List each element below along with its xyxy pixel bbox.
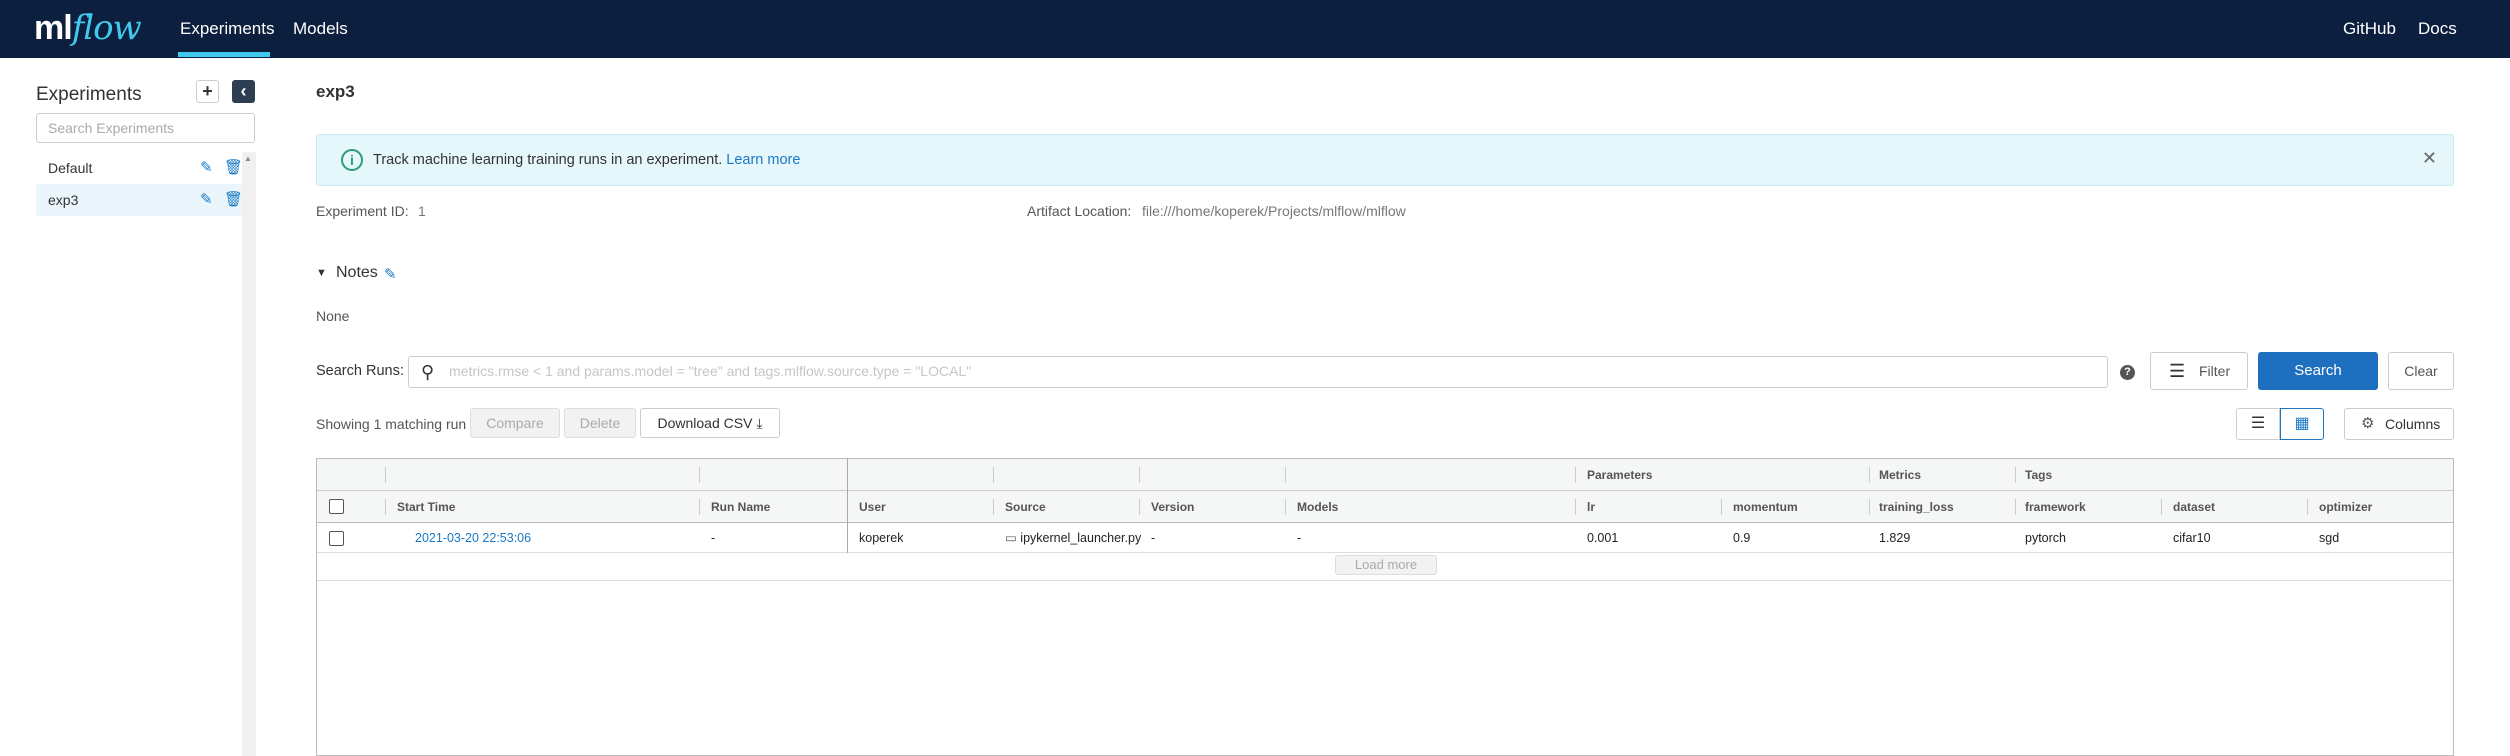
header-optimizer[interactable]: optimizer — [2319, 491, 2372, 523]
header-framework[interactable]: framework — [2025, 491, 2086, 523]
cell-user: koperek — [859, 531, 904, 545]
table-row[interactable]: 2021-03-20 22:53:06 - koperek ▭ ipykerne… — [317, 523, 2453, 553]
scroll-up-icon[interactable]: ▲ — [244, 154, 252, 163]
search-runs-label: Search Runs: — [316, 363, 404, 379]
gear-icon: ⚙ — [2361, 415, 2375, 432]
delete-button[interactable]: Delete — [564, 408, 636, 438]
learn-more-link[interactable]: Learn more — [726, 152, 800, 168]
column-group-row: Parameters Metrics Tags — [317, 459, 2453, 491]
banner-text: Track machine learning training runs in … — [373, 152, 801, 168]
cell-optimizer: sgd — [2319, 531, 2340, 545]
notes-heading[interactable]: Notes — [336, 264, 378, 282]
close-icon[interactable]: ✕ — [2422, 148, 2437, 169]
cell-framework: pytorch — [2025, 531, 2066, 545]
columns-button[interactable]: ⚙ Columns — [2344, 408, 2454, 440]
nav-experiments[interactable]: Experiments — [180, 19, 274, 39]
group-tags: Tags — [2025, 468, 2053, 482]
row-checkbox[interactable] — [329, 531, 344, 546]
sidebar-item-label: exp3 — [48, 192, 79, 208]
load-more-button[interactable]: Load more — [1335, 555, 1437, 575]
cell-models: - — [1297, 531, 1302, 545]
experiment-id-label: Experiment ID: — [316, 203, 409, 219]
plus-icon[interactable]: + — [196, 80, 219, 103]
notes-body: None — [316, 308, 350, 324]
trash-icon[interactable]: 🗑 — [224, 184, 243, 216]
trash-icon[interactable]: 🗑 — [224, 152, 243, 184]
experiments-sidebar: Experiments + ‹ Default ✎ 🗑 exp3 ✎ 🗑 ▲ — [0, 58, 256, 756]
help-icon[interactable]: ? — [2120, 365, 2135, 380]
search-runs-box[interactable]: ⚲ — [408, 356, 2108, 388]
table-divider — [317, 580, 2453, 581]
experiment-id-value: 1 — [418, 203, 426, 219]
runs-table: Parameters Metrics Tags Start Time Run N… — [316, 458, 2454, 756]
edit-icon[interactable]: ✎ — [200, 184, 213, 216]
mlflow-logo[interactable]: mlflow — [34, 8, 142, 48]
download-icon: ⤓ — [756, 415, 763, 431]
run-start-time-link[interactable]: 2021-03-20 22:53:06 — [415, 523, 531, 552]
nav-models[interactable]: Models — [293, 19, 348, 39]
info-banner: i Track machine learning training runs i… — [316, 134, 2454, 186]
compare-button[interactable]: Compare — [470, 408, 560, 438]
search-experiments-input[interactable] — [36, 113, 255, 143]
header-start-time[interactable]: Start Time — [397, 491, 455, 523]
info-icon: i — [341, 149, 363, 171]
column-header-row: Start Time Run Name User Source Version … — [317, 491, 2453, 523]
nav-github[interactable]: GitHub — [2343, 19, 2396, 39]
search-icon: ⚲ — [421, 362, 435, 382]
clear-button[interactable]: Clear — [2388, 352, 2454, 390]
artifact-location-label: Artifact Location: — [1027, 203, 1132, 219]
top-navbar: mlflow Experiments Models GitHub Docs — [0, 0, 2510, 58]
cell-lr: 0.001 — [1587, 531, 1619, 545]
list-view-icon[interactable]: ☰ — [2236, 408, 2280, 440]
header-models[interactable]: Models — [1297, 491, 1338, 523]
nav-docs[interactable]: Docs — [2418, 19, 2457, 39]
artifact-location-value: file:///home/koperek/Projects/mlflow/mlf… — [1142, 203, 1406, 219]
header-lr[interactable]: lr — [1587, 491, 1595, 523]
experiment-list: Default ✎ 🗑 exp3 ✎ 🗑 — [36, 152, 243, 216]
header-momentum[interactable]: momentum — [1733, 491, 1798, 523]
page-title: exp3 — [316, 82, 355, 101]
sidebar-item-exp3[interactable]: exp3 ✎ 🗑 — [36, 184, 243, 216]
search-runs-input[interactable] — [449, 363, 2089, 379]
edit-notes-icon[interactable]: ✎ — [384, 265, 397, 283]
header-run-name[interactable]: Run Name — [711, 491, 770, 523]
cell-run-name: - — [711, 531, 716, 545]
cell-version: - — [1151, 531, 1156, 545]
select-all-checkbox[interactable] — [329, 499, 344, 514]
sidebar-title: Experiments — [36, 84, 142, 105]
header-source[interactable]: Source — [1005, 491, 1046, 523]
search-button[interactable]: Search — [2258, 352, 2378, 390]
cell-dataset: cifar10 — [2173, 531, 2211, 545]
matching-runs-count: Showing 1 matching run — [316, 416, 467, 432]
cell-training-loss: 1.829 — [1879, 531, 1911, 545]
header-dataset[interactable]: dataset — [2173, 491, 2215, 523]
chevron-left-icon[interactable]: ‹ — [232, 80, 255, 103]
nav-active-indicator — [178, 52, 270, 57]
sidebar-scrollbar[interactable]: ▲ — [242, 152, 256, 756]
cell-source[interactable]: ▭ ipykernel_launcher.py — [1005, 523, 1141, 552]
header-version[interactable]: Version — [1151, 491, 1194, 523]
group-metrics: Metrics — [1879, 468, 1922, 482]
filter-button[interactable]: ☰ Filter — [2150, 352, 2248, 390]
cell-momentum: 0.9 — [1733, 531, 1751, 545]
header-training-loss[interactable]: training_loss — [1879, 491, 1954, 523]
download-csv-button[interactable]: Download CSV ⤓ — [640, 408, 780, 438]
pinned-column-divider — [847, 459, 848, 553]
sidebar-item-label: Default — [48, 160, 93, 176]
group-parameters: Parameters — [1587, 468, 1653, 482]
edit-icon[interactable]: ✎ — [200, 152, 213, 184]
sidebar-item-default[interactable]: Default ✎ 🗑 — [36, 152, 243, 184]
caret-down-icon[interactable]: ▼ — [316, 267, 327, 279]
header-user[interactable]: User — [859, 491, 886, 523]
filter-icon: ☰ — [2169, 361, 2186, 381]
grid-view-icon[interactable]: ▦ — [2280, 408, 2324, 440]
laptop-icon: ▭ — [1005, 531, 1017, 545]
